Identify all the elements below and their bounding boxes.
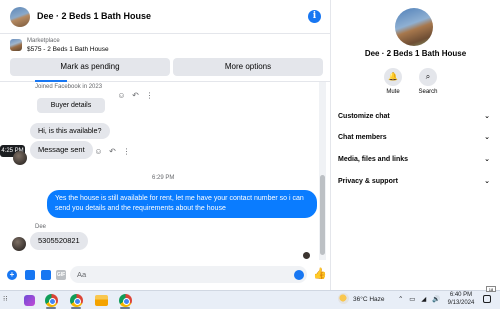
info-title: Dee · 2 Beds 1 Bath House xyxy=(364,49,467,58)
weather-icon[interactable] xyxy=(338,293,349,304)
avatar[interactable] xyxy=(13,151,27,165)
search-label: Search xyxy=(418,89,438,95)
message-bubble-incoming[interactable]: Message sent xyxy=(30,141,93,159)
time-separator: 6:29 PM xyxy=(152,175,175,181)
screen: Dee · 2 Beds 1 Bath House i Marketplace … xyxy=(0,0,500,309)
marketplace-listing-bar: Marketplace $575 - 2 Beds 1 Bath House M… xyxy=(0,34,330,82)
joined-info: Joined Facebook in 2023 xyxy=(35,84,103,90)
chevron-down-icon: ⌄ xyxy=(484,113,490,120)
chevron-down-icon: ⌄ xyxy=(484,156,490,163)
react-icon[interactable]: ☺ xyxy=(94,147,103,156)
listing-thumbnail[interactable] xyxy=(10,39,22,51)
chrome-icon[interactable] xyxy=(119,294,132,307)
chat-header: Dee · 2 Beds 1 Bath House i xyxy=(0,0,330,34)
mark-as-pending-button[interactable]: Mark as pending xyxy=(10,58,170,76)
more-icon[interactable]: ⋮ xyxy=(145,91,154,100)
notification-icon[interactable] xyxy=(483,295,491,303)
buyer-details-button[interactable]: Buyer details xyxy=(37,98,105,113)
more-icon[interactable]: ⋮ xyxy=(122,147,131,156)
info-icon[interactable]: i xyxy=(308,10,321,23)
listing-source: Marketplace xyxy=(27,38,60,44)
message-actions: ☺ ↶ ⋮ xyxy=(117,91,154,100)
chrome-icon[interactable] xyxy=(70,294,83,307)
photo-icon[interactable] xyxy=(25,270,35,280)
chat-pane: Dee · 2 Beds 1 Bath House i Marketplace … xyxy=(0,0,330,290)
search-button[interactable]: ⌕ xyxy=(419,68,437,86)
message-bubble-incoming[interactable]: 5305520821 xyxy=(30,232,88,250)
row-label: Privacy & support xyxy=(338,178,398,185)
react-icon[interactable]: ☺ xyxy=(117,91,126,100)
emoji-icon[interactable] xyxy=(294,270,304,280)
listing-avatar-large[interactable] xyxy=(395,8,433,46)
row-label: Chat members xyxy=(338,134,387,141)
like-icon[interactable]: 👍 xyxy=(313,268,327,280)
app-icon[interactable] xyxy=(24,295,35,306)
customize-chat-row[interactable]: Customize chat ⌄ xyxy=(338,110,490,124)
chevron-down-icon: ⌄ xyxy=(484,134,490,141)
mute-label: Mute xyxy=(386,89,400,95)
message-input[interactable] xyxy=(70,266,307,283)
message-scrollbar-thumb[interactable] xyxy=(320,175,325,255)
system-tray-icons[interactable]: ⌃ ▭ ◢ 🔊 xyxy=(398,295,442,303)
clock-time[interactable]: 6:40 PM xyxy=(449,292,473,298)
media-files-links-row[interactable]: Media, files and links ⌄ xyxy=(338,153,490,167)
file-explorer-icon[interactable] xyxy=(95,295,108,306)
chat-info-pane: Dee · 2 Beds 1 Bath House 🔔 ⌕ Mute Searc… xyxy=(331,0,500,290)
chat-title[interactable]: Dee · 2 Beds 1 Bath House xyxy=(37,11,151,21)
message-bubble-incoming[interactable]: Hi, is this available? xyxy=(30,123,110,139)
reply-icon[interactable]: ↶ xyxy=(108,147,117,156)
row-label: Customize chat xyxy=(338,113,390,120)
avatar[interactable] xyxy=(12,237,26,251)
clock-date[interactable]: 9/13/2024 xyxy=(444,300,478,306)
mute-button[interactable]: 🔔 xyxy=(384,68,402,86)
seen-indicator-avatar xyxy=(303,252,310,259)
listing-avatar[interactable] xyxy=(10,7,30,27)
reply-icon[interactable]: ↶ xyxy=(131,91,140,100)
weather-text[interactable]: 36°C Haze xyxy=(353,296,385,303)
more-options-button[interactable]: More options xyxy=(173,58,323,76)
sender-name: Dee xyxy=(35,224,47,230)
corner-badge: 18 xyxy=(486,286,496,292)
chrome-icon[interactable] xyxy=(45,294,58,307)
privacy-support-row[interactable]: Privacy & support ⌄ xyxy=(338,175,490,189)
plus-icon[interactable]: + xyxy=(7,270,17,280)
row-label: Media, files and links xyxy=(338,156,409,163)
message-bubble-outgoing[interactable]: Yes the house is still available for ren… xyxy=(47,190,317,218)
contact-name-link[interactable] xyxy=(35,80,67,82)
chat-members-row[interactable]: Chat members ⌄ xyxy=(338,131,490,145)
listing-detail[interactable]: $575 - 2 Beds 1 Bath House xyxy=(27,46,109,53)
message-actions: ☺ ↶ ⋮ xyxy=(94,147,131,156)
start-icon[interactable]: ⁝⁝ xyxy=(3,296,11,304)
sticker-icon[interactable] xyxy=(41,270,51,280)
gif-icon[interactable]: GIF xyxy=(56,270,66,280)
chevron-down-icon: ⌄ xyxy=(484,178,490,185)
